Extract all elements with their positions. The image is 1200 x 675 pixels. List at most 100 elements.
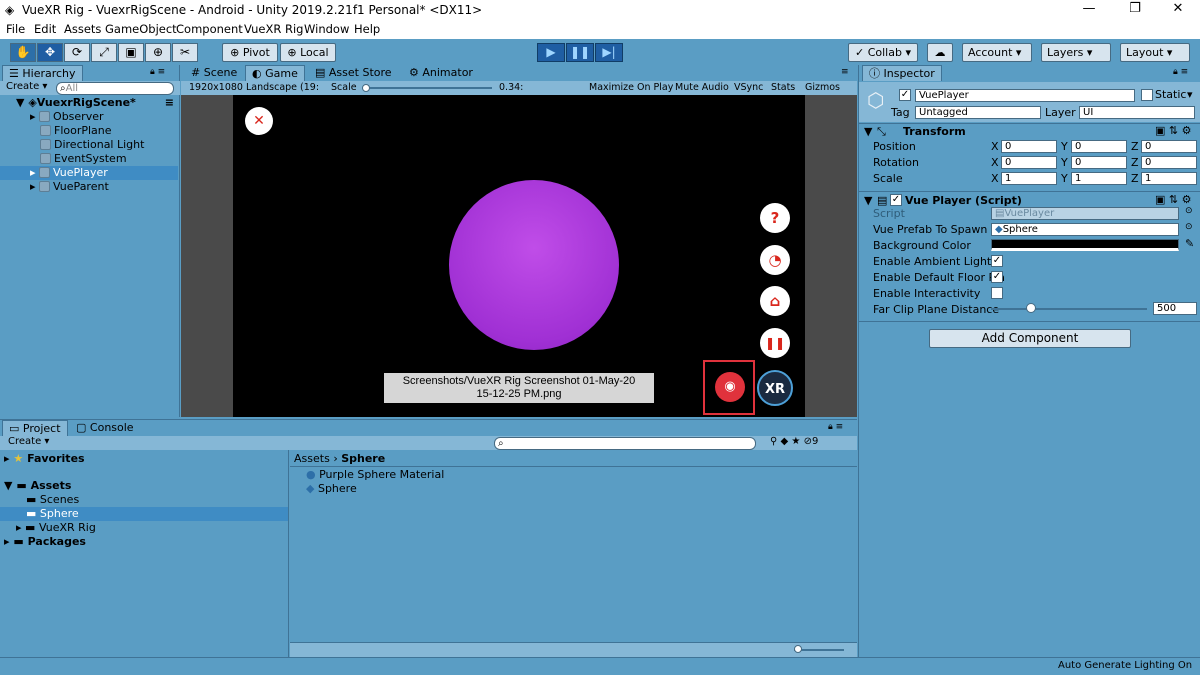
asset-sphere-prefab[interactable]: ◆ Sphere — [306, 482, 357, 496]
minimize-button[interactable]: — — [1066, 0, 1112, 20]
rotation-y-input[interactable]: 0 — [1071, 156, 1127, 169]
filter-icons[interactable]: ⚲ ◆ ★ ⊘9 — [770, 436, 818, 447]
scale-y-input[interactable]: 1 — [1071, 172, 1127, 185]
create-dropdown[interactable]: Create ▾ — [6, 81, 47, 92]
move-tool-icon[interactable]: ✥ — [37, 43, 63, 62]
scale-x-input[interactable]: 1 — [1001, 172, 1057, 185]
resolution-dropdown[interactable]: 1920x1080 Landscape (19: — [189, 81, 319, 95]
tab-hierarchy[interactable]: ☰ Hierarchy — [2, 65, 83, 81]
script-enabled-checkbox[interactable]: ✓ — [890, 194, 902, 206]
default-floor-checkbox[interactable]: ✓ — [991, 271, 1003, 283]
pivot-button[interactable]: ⊕ Pivot — [222, 43, 278, 62]
lock-icon[interactable]: 🔒︎ ≡ — [828, 422, 843, 432]
account-dropdown[interactable]: Account ▾ — [962, 43, 1032, 62]
position-y-input[interactable]: 0 — [1071, 140, 1127, 153]
cloud-button[interactable]: ☁ — [927, 43, 953, 62]
eyedropper-icon[interactable]: ✎ — [1185, 237, 1194, 250]
position-z-input[interactable]: 0 — [1141, 140, 1197, 153]
tab-game[interactable]: ◐ Game — [245, 65, 305, 81]
tag-dropdown[interactable]: Untagged — [915, 106, 1041, 119]
pause-icon[interactable]: ❚❚ — [760, 328, 790, 358]
lock-icon[interactable]: 🔒︎ ≡ — [1173, 67, 1188, 77]
object-name-input[interactable]: VuePlayer — [915, 89, 1135, 102]
step-button[interactable]: ▶| — [595, 43, 623, 62]
prefab-field[interactable]: ◆Sphere — [991, 223, 1179, 236]
mute-audio-toggle[interactable]: Mute Audio — [675, 81, 729, 95]
tree-scenes[interactable]: ▬ Scenes — [26, 493, 79, 507]
active-checkbox[interactable]: ✓ — [899, 89, 911, 101]
breadcrumb-sphere[interactable]: Sphere — [341, 452, 385, 465]
tab-console[interactable]: ▢ Console — [70, 420, 140, 436]
maximize-on-play-toggle[interactable]: Maximize On Play — [589, 81, 673, 95]
rotate-tool-icon[interactable]: ⟳ — [64, 43, 90, 62]
rotation-x-input[interactable]: 0 — [1001, 156, 1057, 169]
layer-dropdown[interactable]: UI — [1079, 106, 1195, 119]
menu-gameobject[interactable]: GameObject — [105, 22, 177, 36]
component-settings-icon[interactable]: ▣ ⇅ ⚙ — [1155, 124, 1191, 137]
hierarchy-search-input[interactable]: ⌕All — [56, 82, 174, 95]
asset-purple-sphere-material[interactable]: ● Purple Sphere Material — [306, 468, 444, 482]
object-picker-icon[interactable]: ⊙ — [1185, 222, 1193, 232]
ambient-light-checkbox[interactable]: ✓ — [991, 255, 1003, 267]
speedometer-icon[interactable]: ◔ — [760, 245, 790, 275]
rect-tool-icon[interactable]: ▣ — [118, 43, 144, 62]
vr-headset-icon[interactable]: ⌂ — [760, 286, 790, 316]
static-checkbox[interactable] — [1141, 89, 1153, 101]
menu-vuexr-rig[interactable]: VueXR Rig — [244, 22, 303, 36]
transform-tool-icon[interactable]: ⊕ — [145, 43, 171, 62]
hierarchy-item-observer[interactable]: ▸ Observer — [30, 110, 104, 124]
restore-button[interactable]: ❐ — [1112, 0, 1158, 20]
far-clip-slider-handle[interactable] — [1025, 303, 1036, 313]
tab-inspector[interactable]: ⓘ Inspector — [862, 65, 942, 81]
scene-root[interactable]: ▼ ◈VuexrRigScene* ≡ — [16, 96, 176, 110]
menu-component[interactable]: Component — [176, 22, 243, 36]
tree-assets[interactable]: ▼ ▬ Assets — [4, 479, 71, 493]
scale-tool-icon[interactable]: ⤢ — [91, 43, 117, 62]
interactivity-checkbox[interactable] — [991, 287, 1003, 299]
help-icon[interactable]: ? — [760, 203, 790, 233]
close-icon[interactable]: ✕ — [245, 107, 273, 135]
layers-dropdown[interactable]: Layers ▾ — [1041, 43, 1111, 62]
add-component-button[interactable]: Add Component — [929, 329, 1131, 348]
gizmos-dropdown[interactable]: Gizmos — [805, 81, 840, 95]
menu-edit[interactable]: Edit — [34, 22, 56, 36]
scene-menu-icon[interactable]: ≡ — [165, 96, 174, 110]
scale-z-input[interactable]: 1 — [1141, 172, 1197, 185]
camera-icon[interactable]: ◉ — [715, 372, 745, 402]
hierarchy-item-directional-light[interactable]: Directional Light — [40, 138, 144, 152]
custom-tool-icon[interactable]: ✂ — [172, 43, 198, 62]
tab-project[interactable]: ▭ Project — [2, 420, 68, 436]
far-clip-slider-track[interactable] — [991, 308, 1147, 310]
play-button[interactable]: ▶ — [537, 43, 565, 62]
menu-assets[interactable]: Assets — [64, 22, 101, 36]
rotation-z-input[interactable]: 0 — [1141, 156, 1197, 169]
tab-scene[interactable]: # Scene — [185, 65, 243, 81]
component-settings-icon[interactable]: ▣ ⇅ ⚙ — [1155, 193, 1191, 206]
hierarchy-item-eventsystem[interactable]: EventSystem — [40, 152, 127, 166]
create-dropdown[interactable]: Create ▾ — [8, 436, 49, 447]
menu-help[interactable]: Help — [354, 22, 380, 36]
tab-asset-store[interactable]: ▤ Asset Store — [309, 65, 398, 81]
scale-slider[interactable] — [362, 87, 492, 89]
panel-menu-icon[interactable]: ≡ — [841, 67, 849, 77]
tree-favorites[interactable]: ▸ ★ Favorites — [4, 452, 85, 466]
tree-vuexr-rig[interactable]: ▸ ▬ VueXR Rig — [16, 521, 96, 535]
far-clip-input[interactable]: 500 — [1153, 302, 1197, 315]
vuexr-logo-icon[interactable]: XR — [757, 370, 793, 406]
menu-file[interactable]: File — [6, 22, 25, 36]
menu-window[interactable]: Window — [304, 22, 349, 36]
icon-size-slider-handle[interactable] — [794, 645, 802, 653]
local-button[interactable]: ⊕ Local — [280, 43, 336, 62]
layout-dropdown[interactable]: Layout ▾ — [1120, 43, 1190, 62]
pause-button[interactable]: ❚❚ — [566, 43, 594, 62]
hand-tool-icon[interactable]: ✋ — [10, 43, 36, 62]
transform-header[interactable]: ▼ ⤡ Transform ▣ ⇅ ⚙ — [859, 123, 1200, 138]
tree-sphere[interactable]: ▬ Sphere — [0, 507, 288, 521]
close-window-button[interactable]: ✕ — [1155, 0, 1200, 20]
hierarchy-item-vueplayer[interactable]: ▸ VuePlayer — [0, 166, 178, 180]
background-color-swatch[interactable] — [991, 239, 1179, 251]
lock-icon[interactable]: 🔒︎ ≡ — [150, 67, 165, 77]
chevron-down-icon[interactable]: ▾ — [1187, 88, 1193, 101]
vue-player-header[interactable]: ▼ ▤ ✓ Vue Player (Script) ▣ ⇅ ⚙ — [859, 191, 1200, 207]
stats-toggle[interactable]: Stats — [771, 81, 795, 95]
